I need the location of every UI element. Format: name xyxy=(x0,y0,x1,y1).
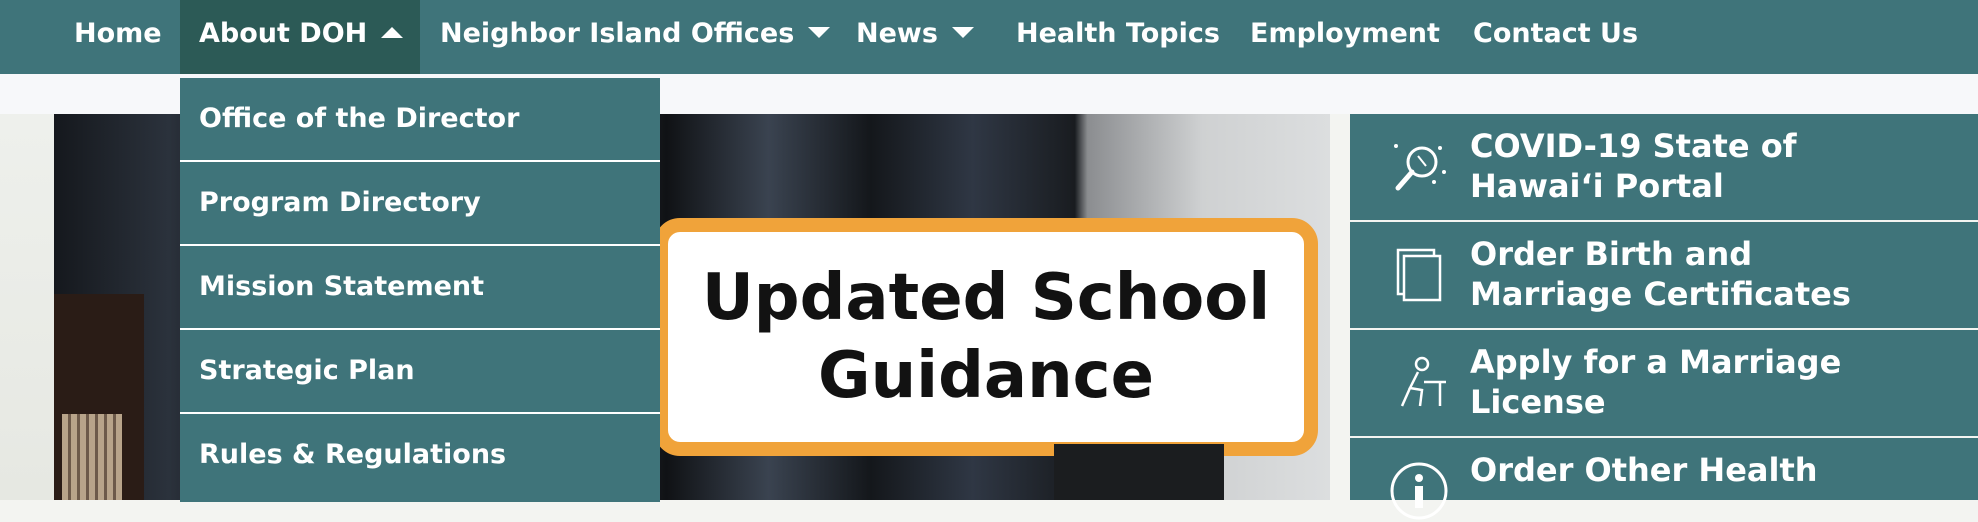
nav-health-topics[interactable]: Health Topics xyxy=(1016,0,1220,74)
nav-home[interactable]: Home xyxy=(74,0,162,74)
hero-title-line-2: Guidance xyxy=(818,339,1154,413)
quick-link-line-2: Marriage Certificates xyxy=(1470,275,1851,313)
nav-health-topics-label: Health Topics xyxy=(1016,18,1220,49)
hero-device xyxy=(1054,444,1224,500)
nav-contact-us-label: Contact Us xyxy=(1473,18,1639,49)
dropdown-item-label: Rules & Regulations xyxy=(199,439,507,470)
nav-news-label: News xyxy=(856,18,938,49)
info-icon xyxy=(1390,462,1448,520)
hero-books xyxy=(62,414,122,500)
quick-link-order-other-health[interactable]: Order Other Health xyxy=(1350,438,1978,520)
dropdown-item-label: Program Directory xyxy=(199,187,481,218)
main-nav: Home About DOH Neighbor Island Offices N… xyxy=(0,0,1978,74)
nav-about-doh-label: About DOH xyxy=(199,18,368,49)
dropdown-item-strategic-plan[interactable]: Strategic Plan xyxy=(180,330,660,414)
quick-link-line-2: License xyxy=(1470,383,1606,421)
hero-title: Updated School Guidance xyxy=(668,259,1304,415)
quick-link-line-1: Order Other Health xyxy=(1470,451,1818,489)
quick-links: COVID-19 State of Hawai‘i Portal Order B… xyxy=(1350,114,1978,520)
quick-link-label: COVID-19 State of Hawai‘i Portal xyxy=(1470,126,1970,206)
dropdown-item-rules-regulations[interactable]: Rules & Regulations xyxy=(180,414,660,502)
quick-link-line-1: Order Birth and xyxy=(1470,235,1753,273)
nav-home-label: Home xyxy=(74,18,162,49)
dropdown-item-program-directory[interactable]: Program Directory xyxy=(180,162,660,246)
virus-magnifier-icon xyxy=(1394,144,1446,191)
nav-employment-label: Employment xyxy=(1250,18,1440,49)
quick-link-covid-portal[interactable]: COVID-19 State of Hawai‘i Portal xyxy=(1350,114,1978,220)
nav-news[interactable]: News xyxy=(856,0,974,74)
hero-title-line-1: Updated School xyxy=(701,261,1271,335)
quick-link-birth-marriage-certificates[interactable]: Order Birth and Marriage Certificates xyxy=(1350,222,1978,328)
person-at-desk-icon xyxy=(1400,356,1446,407)
dropdown-item-label: Office of the Director xyxy=(199,103,520,134)
quick-link-line-1: Apply for a Marriage xyxy=(1470,343,1842,381)
chevron-up-icon xyxy=(381,27,404,38)
about-doh-dropdown: Office of the Director Program Directory… xyxy=(180,78,660,502)
nav-neighbor-island-label: Neighbor Island Offices xyxy=(440,18,795,49)
dropdown-item-office-of-the-director[interactable]: Office of the Director xyxy=(180,78,660,162)
hero-title-card: Updated School Guidance xyxy=(654,218,1318,456)
nav-contact-us[interactable]: Contact Us xyxy=(1473,0,1638,74)
quick-link-line-2: Hawai‘i Portal xyxy=(1470,167,1724,205)
nav-about-doh[interactable]: About DOH xyxy=(180,0,420,74)
dropdown-item-mission-statement[interactable]: Mission Statement xyxy=(180,246,660,330)
quick-link-marriage-license[interactable]: Apply for a Marriage License xyxy=(1350,330,1978,436)
nav-employment[interactable]: Employment xyxy=(1250,0,1440,74)
nav-neighbor-island-offices[interactable]: Neighbor Island Offices xyxy=(440,0,831,74)
dropdown-item-label: Mission Statement xyxy=(199,271,485,302)
page-background xyxy=(0,114,55,500)
quick-link-label: Apply for a Marriage License xyxy=(1470,342,1970,422)
chevron-down-icon xyxy=(951,27,974,38)
quick-link-line-1: COVID-19 State of xyxy=(1470,127,1797,165)
dropdown-item-label: Strategic Plan xyxy=(199,355,415,386)
chevron-down-icon xyxy=(808,27,831,38)
documents-icon xyxy=(1396,248,1442,302)
quick-link-label: Order Other Health xyxy=(1470,450,1970,490)
quick-link-label: Order Birth and Marriage Certificates xyxy=(1470,234,1970,314)
